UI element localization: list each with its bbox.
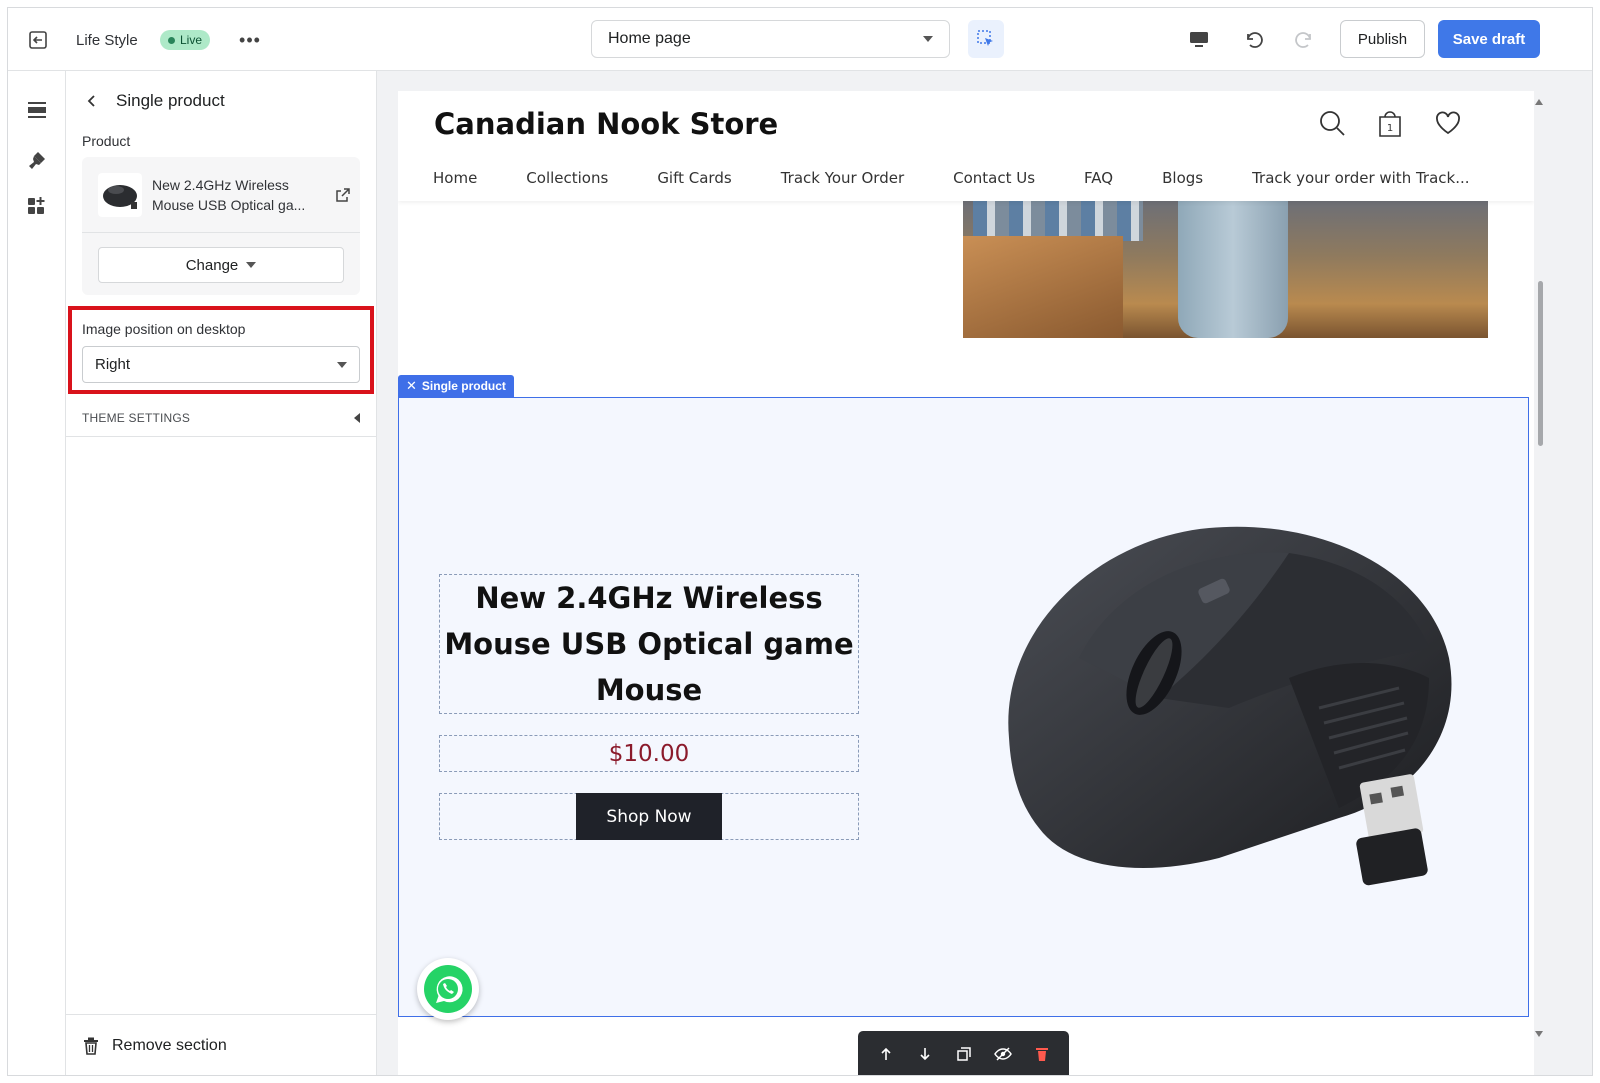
chevron-down-icon — [246, 262, 257, 268]
store-nav: Home Collections Gift Cards Track Your O… — [433, 169, 1519, 187]
app-name: Life Style — [76, 31, 138, 49]
product-title-block[interactable]: New 2.4GHz Wireless Mouse USB Optical ga… — [439, 574, 859, 714]
back-arrow-icon[interactable] — [82, 91, 102, 111]
top-bar: Life Style Live ••• Home page Publish Sa… — [8, 8, 1592, 71]
duplicate-icon[interactable] — [953, 1043, 975, 1065]
section-tag[interactable]: ✕ Single product — [398, 375, 514, 397]
scroll-down-arrow[interactable] — [1535, 1031, 1543, 1037]
change-label: Change — [185, 256, 239, 274]
hide-eye-icon[interactable] — [992, 1043, 1014, 1065]
product-name: New 2.4GHz Wireless Mouse USB Optical ga… — [152, 176, 306, 213]
store-header: Canadian Nook Store 1 Home Collections G… — [398, 91, 1534, 201]
move-down-icon[interactable] — [914, 1043, 936, 1065]
live-badge: Live — [160, 30, 211, 50]
page-select-value: Home page — [608, 30, 691, 47]
nav-item-faq[interactable]: FAQ — [1084, 169, 1113, 187]
undo-icon[interactable] — [1238, 26, 1268, 54]
trash-icon — [82, 1036, 100, 1056]
shop-now-button[interactable]: Shop Now — [576, 793, 722, 840]
remove-section-label: Remove section — [112, 1037, 227, 1054]
nav-item-home[interactable]: Home — [433, 169, 477, 187]
section-toolbar — [858, 1031, 1069, 1075]
chevron-down-icon — [923, 36, 933, 42]
nav-item-gift-cards[interactable]: Gift Cards — [657, 169, 731, 187]
redo-icon[interactable] — [1290, 26, 1320, 54]
caret-left-icon — [354, 412, 360, 423]
editor-window: Life Style Live ••• Home page Publish Sa… — [7, 7, 1593, 1076]
single-product-section[interactable]: New 2.4GHz Wireless Mouse USB Optical ga… — [398, 397, 1529, 1020]
close-icon[interactable]: ✕ — [406, 378, 417, 394]
settings-panel: Single product Product New 2.4GHz Wirele… — [66, 71, 377, 1075]
image-position-select[interactable]: Right — [82, 346, 360, 383]
change-product-button[interactable]: Change — [98, 247, 344, 283]
product-price[interactable]: $10.00 — [439, 735, 859, 772]
nav-item-blogs[interactable]: Blogs — [1162, 169, 1203, 187]
desktop-icon[interactable] — [1184, 26, 1214, 54]
preview-area: Canadian Nook Store 1 Home Collections G… — [377, 71, 1592, 1075]
theme-brush-icon[interactable] — [24, 147, 50, 173]
chevron-down-icon — [337, 361, 347, 368]
hero-shelf — [963, 236, 1123, 338]
save-draft-button[interactable]: Save draft — [1438, 20, 1540, 58]
external-link-icon[interactable] — [334, 186, 352, 204]
cart-count: 1 — [1387, 123, 1393, 134]
more-button[interactable]: ••• — [234, 26, 266, 54]
exit-icon[interactable] — [24, 26, 52, 54]
hero-folded-clothes — [973, 201, 1143, 241]
page-select[interactable]: Home page — [591, 20, 950, 58]
whatsapp-icon[interactable] — [417, 958, 479, 1020]
cart-icon[interactable]: 1 — [1374, 107, 1406, 139]
nav-item-track-with[interactable]: Track your order with Track... — [1252, 169, 1469, 187]
apps-icon[interactable] — [24, 193, 50, 219]
scroll-up-arrow[interactable] — [1535, 99, 1543, 105]
select-cursor-icon — [977, 30, 993, 46]
icon-rail — [8, 71, 66, 1075]
theme-settings-toggle[interactable]: THEME SETTINGS — [66, 399, 376, 437]
nav-item-track-order[interactable]: Track Your Order — [781, 169, 904, 187]
move-up-icon[interactable] — [875, 1043, 897, 1065]
sections-icon[interactable] — [24, 97, 50, 123]
delete-icon[interactable] — [1031, 1043, 1053, 1065]
live-dot-icon — [168, 36, 175, 44]
theme-settings-label: THEME SETTINGS — [82, 410, 191, 425]
store-name[interactable]: Canadian Nook Store — [434, 107, 778, 141]
product-title: New 2.4GHz Wireless Mouse USB Optical ga… — [444, 581, 854, 707]
live-label: Live — [180, 33, 203, 47]
store-preview: Canadian Nook Store 1 Home Collections G… — [398, 91, 1534, 1075]
hero-jeans — [1178, 201, 1288, 338]
button-block: Shop Now — [439, 793, 859, 840]
scrollbar-thumb[interactable] — [1538, 281, 1543, 446]
wishlist-heart-icon[interactable] — [1432, 107, 1464, 139]
section-tag-label: Single product — [421, 379, 506, 393]
product-thumbnail — [98, 172, 142, 217]
inspect-button[interactable] — [968, 20, 1004, 58]
image-position-label: Image position on desktop — [82, 321, 246, 337]
product-image — [1008, 526, 1452, 886]
hero-image — [963, 201, 1488, 338]
selected-product[interactable]: New 2.4GHz Wireless Mouse USB Optical ga… — [82, 157, 360, 233]
search-icon[interactable] — [1316, 107, 1348, 139]
image-position-value: Right — [95, 356, 131, 373]
nav-item-contact[interactable]: Contact Us — [953, 169, 1035, 187]
panel-header: Single product — [66, 85, 376, 117]
panel-title: Single product — [116, 91, 225, 110]
product-label: Product — [82, 133, 131, 149]
product-card: New 2.4GHz Wireless Mouse USB Optical ga… — [82, 157, 360, 295]
remove-section-button[interactable]: Remove section — [66, 1014, 376, 1075]
nav-item-collections[interactable]: Collections — [526, 169, 608, 187]
publish-button[interactable]: Publish — [1340, 20, 1425, 58]
